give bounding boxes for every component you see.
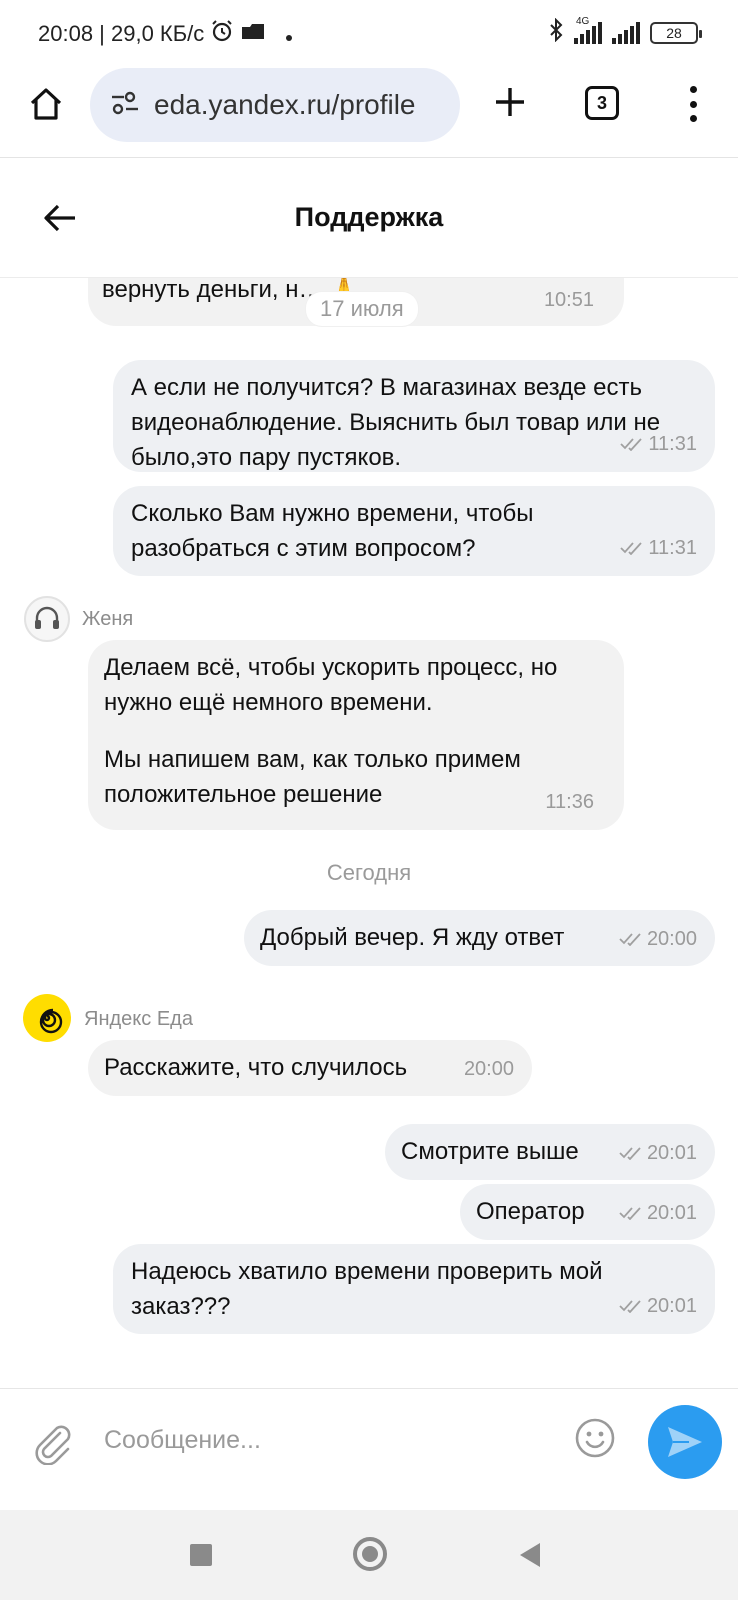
more-vert-icon[interactable] — [678, 82, 708, 126]
paperclip-icon[interactable] — [30, 1421, 74, 1466]
alarm-icon — [210, 19, 234, 49]
yandex-eda-avatar[interactable] — [23, 994, 71, 1042]
browser-toolbar: eda.yandex.ru/profile 3 — [0, 62, 738, 158]
double-check-icon — [619, 1207, 641, 1220]
home-circle-icon[interactable] — [353, 1537, 387, 1571]
page-title: Поддержка — [294, 202, 444, 232]
message-time: 11:31 — [648, 433, 697, 455]
tab-count: 3 — [596, 92, 607, 113]
send-button[interactable] — [648, 1405, 722, 1479]
recents-icon[interactable] — [190, 1544, 212, 1566]
message-bubble-incoming[interactable]: Делаем всё, чтобы ускорить процесс, но н… — [88, 640, 624, 830]
double-check-icon — [619, 1147, 641, 1160]
message-composer — [0, 1388, 738, 1510]
message-bubble-outgoing[interactable]: Оператор 20:01 — [460, 1184, 715, 1240]
send-icon — [668, 1427, 702, 1457]
message-text-2: Мы напишем вам, как только примем положи… — [104, 746, 521, 808]
tabs-icon[interactable]: 3 — [585, 86, 619, 120]
message-bubble-outgoing[interactable]: Сколько Вам нужно времени, чтобы разобра… — [113, 486, 715, 576]
message-text: А если не получится? В магазинах везде е… — [131, 374, 661, 471]
message-text: Сколько Вам нужно времени, чтобы разобра… — [131, 500, 534, 562]
message-input[interactable] — [90, 1409, 550, 1471]
message-text: Делаем всё, чтобы ускорить процесс, но н… — [104, 654, 558, 716]
message-time: 20:00 — [646, 928, 697, 950]
message-status: 20:01 — [619, 1294, 697, 1318]
message-bubble-outgoing[interactable]: Смотрите выше 20:01 — [385, 1124, 715, 1180]
message-bubble-incoming[interactable]: Расскажите, что случилось 20:00 — [88, 1040, 532, 1096]
message-text: Расскажите, что случилось — [104, 1054, 408, 1081]
battery-icon: 28 — [650, 22, 702, 44]
address-bar[interactable]: eda.yandex.ru/profile — [90, 68, 460, 142]
headset-icon — [35, 606, 59, 629]
status-time-speed: 20:08 | 29,0 КБ/с — [38, 21, 205, 46]
message-bubble-outgoing[interactable]: Добрый вечер. Я жду ответ 20:00 — [244, 910, 715, 966]
system-nav-bar — [0, 1510, 738, 1600]
double-check-icon — [619, 933, 641, 946]
chat-area[interactable]: вернуть деньги, н… 🙏 10:51 17 июля А есл… — [0, 278, 738, 1388]
date-separator: Сегодня — [326, 860, 412, 885]
message-time: 20:00 — [463, 1058, 514, 1080]
message-time: 20:01 — [646, 1295, 697, 1317]
message-status: 20:01 — [619, 1201, 697, 1225]
message-time: 10:51 — [543, 289, 594, 311]
site-settings-icon[interactable] — [110, 90, 140, 121]
message-time: 20:01 — [646, 1142, 697, 1164]
nav-back-icon[interactable] — [520, 1543, 540, 1567]
dot-icon — [286, 21, 293, 47]
sender-name: Женя — [82, 608, 134, 630]
home-icon[interactable] — [22, 80, 70, 128]
message-status: 20:01 — [619, 1141, 697, 1165]
emoji-icon[interactable] — [574, 1417, 616, 1459]
app-screen: 20:08 | 29,0 КБ/с 4G 28 eda.yandex.ru/pr… — [0, 0, 738, 1600]
status-left: 20:08 | 29,0 КБ/с — [38, 19, 293, 49]
message-status: 20:00 — [619, 927, 697, 951]
signal-icon-2 — [612, 22, 640, 44]
message-text: Надеюсь хватило времени проверить мой за… — [131, 1258, 603, 1320]
message-time: 11:31 — [648, 537, 697, 559]
network-label: 4G — [576, 16, 590, 27]
status-right: 4G 28 — [548, 16, 702, 48]
message-time: 20:01 — [646, 1202, 697, 1224]
message-time: 11:36 — [545, 791, 594, 813]
signal-icon: 4G — [574, 16, 602, 44]
double-check-icon — [619, 1300, 641, 1313]
spiral-logo-icon — [39, 1008, 63, 1034]
bluetooth-icon — [548, 17, 564, 48]
operator-avatar[interactable] — [24, 596, 70, 642]
page-header: Поддержка — [0, 158, 738, 278]
double-check-icon — [620, 438, 643, 451]
message-status: 11:31 — [620, 432, 697, 456]
status-bar: 20:08 | 29,0 КБ/с 4G 28 — [0, 0, 738, 62]
plus-icon[interactable] — [488, 80, 532, 124]
message-bubble-outgoing[interactable]: А если не получится? В магазинах везде е… — [113, 360, 715, 472]
message-status: 11:31 — [620, 536, 697, 560]
message-bubble-outgoing[interactable]: Надеюсь хватило времени проверить мой за… — [113, 1244, 715, 1334]
battery-saver-icon — [240, 21, 266, 47]
sender-name: Яндекс Еда — [84, 1008, 193, 1030]
url-text: eda.yandex.ru/profile — [154, 89, 416, 120]
double-check-icon — [620, 542, 643, 555]
date-separator: 17 июля — [306, 292, 418, 326]
